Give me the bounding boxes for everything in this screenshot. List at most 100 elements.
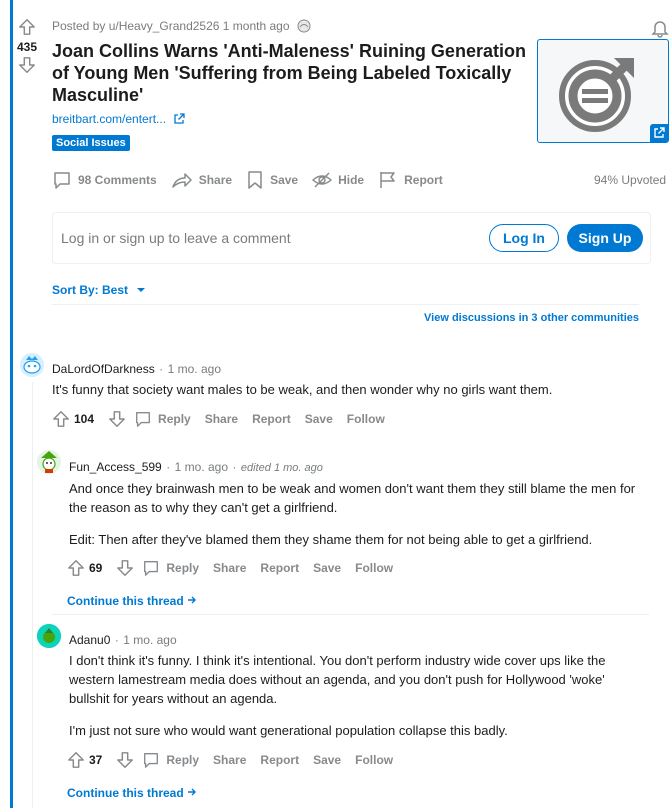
comment-icon xyxy=(54,172,70,189)
comment-edited: edited 1 mo. ago xyxy=(240,462,323,474)
login-prompt: Log in or sign up to leave a comment xyxy=(61,230,291,246)
comment-2-actions: 69 Reply Share Report Save Follow xyxy=(67,559,407,577)
post-time: 1 month ago xyxy=(222,19,290,33)
downvote-icon[interactable] xyxy=(116,751,134,769)
avatar-icon xyxy=(20,353,44,377)
hide-label: Hide xyxy=(338,173,365,187)
comment-2-body-2: Edit: Then after they've blamed them the… xyxy=(69,532,593,547)
save-button[interactable]: Save xyxy=(246,170,298,190)
report-button[interactable]: Report xyxy=(252,412,291,426)
follow-button[interactable]: Follow xyxy=(355,753,393,767)
save-button[interactable]: Save xyxy=(313,561,341,575)
avatar-icon xyxy=(37,450,61,474)
view-other-discussions-link[interactable]: View discussions in 3 other communities xyxy=(424,312,639,324)
comment-2-body-1: And once they brainwash men to be weak a… xyxy=(69,481,636,515)
downvote-icon[interactable] xyxy=(18,56,36,74)
reply-button[interactable]: Reply xyxy=(166,561,199,575)
post-thumbnail[interactable] xyxy=(537,39,669,143)
post-flair[interactable]: Social Issues xyxy=(52,135,130,151)
domain-text[interactable]: breitbart.com/entert... xyxy=(52,112,166,126)
thumbnail-link-badge xyxy=(650,124,668,142)
arrow-right-icon xyxy=(188,788,197,796)
comment-author[interactable]: DaLordOfDarkness xyxy=(52,362,155,376)
comments-button[interactable]: 98 Comments xyxy=(52,170,157,190)
share-label: Share xyxy=(198,173,233,187)
post-accent-bar xyxy=(10,0,13,808)
comment-author[interactable]: Fun_Access_599 xyxy=(69,460,162,474)
share-icon xyxy=(171,173,192,188)
separator-dot: · xyxy=(166,460,171,474)
post-actions: 98 Comments Share Save Hide Report xyxy=(52,170,457,190)
award-icon xyxy=(297,19,311,33)
hide-icon xyxy=(312,172,333,188)
comment-3-header: Adanu0 · 1 mo. ago xyxy=(69,631,177,649)
external-link-icon xyxy=(174,113,186,124)
hide-button[interactable]: Hide xyxy=(312,170,364,190)
save-button[interactable]: Save xyxy=(305,412,333,426)
report-button[interactable]: Report xyxy=(260,561,299,575)
posted-by[interactable]: Posted by u/Heavy_Grand2526 xyxy=(52,19,219,33)
downvote-icon[interactable] xyxy=(116,559,134,577)
save-label: Save xyxy=(270,173,299,187)
follow-button[interactable]: Follow xyxy=(347,412,385,426)
report-button[interactable]: Report xyxy=(378,170,443,190)
sort-divider xyxy=(52,304,639,305)
reply-button[interactable]: Reply xyxy=(166,753,199,767)
upvoted-ratio: 94% Upvoted xyxy=(594,173,667,187)
avatar-icon xyxy=(37,624,61,648)
downvote-icon[interactable] xyxy=(108,410,126,428)
share-button[interactable]: Share xyxy=(205,412,238,426)
comment-1-body: It's funny that society want males to be… xyxy=(52,382,553,397)
comment-time: 1 mo. ago xyxy=(167,362,221,376)
bell-icon[interactable] xyxy=(650,18,670,38)
avatar[interactable] xyxy=(20,353,44,377)
comment-1-actions: 104 Reply Share Report Save Follow xyxy=(52,410,399,428)
post-title[interactable]: Joan Collins Warns 'Anti-Maleness' Ruini… xyxy=(52,40,532,106)
comment-3-actions: 37 Reply Share Report Save Follow xyxy=(67,751,407,769)
comment-icon xyxy=(136,412,151,427)
upvote-icon[interactable] xyxy=(18,18,36,36)
comment-score: 69 xyxy=(89,561,103,575)
signup-button[interactable]: Sign Up xyxy=(567,224,643,252)
report-button[interactable]: Report xyxy=(260,753,299,767)
continue-thread-link[interactable]: Continue this thread xyxy=(67,594,197,608)
arrow-right-icon xyxy=(188,596,197,604)
comment-3-body-2: I'm just not sure who would want generat… xyxy=(69,723,508,738)
reply-button[interactable]: Reply xyxy=(158,412,191,426)
save-button[interactable]: Save xyxy=(313,753,341,767)
comment-score: 37 xyxy=(89,753,103,767)
upvote-icon[interactable] xyxy=(67,559,85,577)
comment-login-box: Log in or sign up to leave a comment Log… xyxy=(52,212,651,264)
comment-icon xyxy=(144,561,159,576)
report-label: Report xyxy=(404,173,443,187)
avatar[interactable] xyxy=(37,624,61,648)
sort-dropdown[interactable]: Sort By: Best xyxy=(52,283,148,297)
male-symbol-icon xyxy=(559,58,634,132)
comment-time: 1 mo. ago xyxy=(174,460,229,474)
comment-score: 104 xyxy=(74,412,95,426)
comment-2-header: Fun_Access_599 · 1 mo. ago · edited 1 mo… xyxy=(69,458,323,476)
post-domain-link[interactable]: breitbart.com/entert... xyxy=(52,112,186,126)
thread-line[interactable] xyxy=(32,382,33,808)
avatar[interactable] xyxy=(37,450,61,474)
chevron-down-icon xyxy=(137,288,146,292)
external-link-icon xyxy=(654,127,665,138)
upvote-icon[interactable] xyxy=(52,410,70,428)
continue-thread-label: Continue this thread xyxy=(67,594,184,608)
continue-thread-link[interactable]: Continue this thread xyxy=(67,786,197,800)
post-score: 435 xyxy=(16,40,38,54)
login-button[interactable]: Log In xyxy=(489,224,559,252)
share-button[interactable]: Share xyxy=(213,561,246,575)
share-button[interactable]: Share xyxy=(171,170,232,190)
share-button[interactable]: Share xyxy=(213,753,246,767)
follow-button[interactable]: Follow xyxy=(355,561,393,575)
upvote-icon[interactable] xyxy=(67,751,85,769)
separator-dot: · xyxy=(114,633,119,647)
comment-time: 1 mo. ago xyxy=(123,633,177,647)
post-vote-column: 435 xyxy=(16,18,38,74)
comment-author[interactable]: Adanu0 xyxy=(69,633,110,647)
comment-1-header: DaLordOfDarkness · 1 mo. ago xyxy=(52,360,221,378)
save-icon xyxy=(248,171,262,189)
separator-dot: · xyxy=(232,460,237,474)
post-meta: Posted by u/Heavy_Grand2526 1 month ago xyxy=(52,19,311,33)
